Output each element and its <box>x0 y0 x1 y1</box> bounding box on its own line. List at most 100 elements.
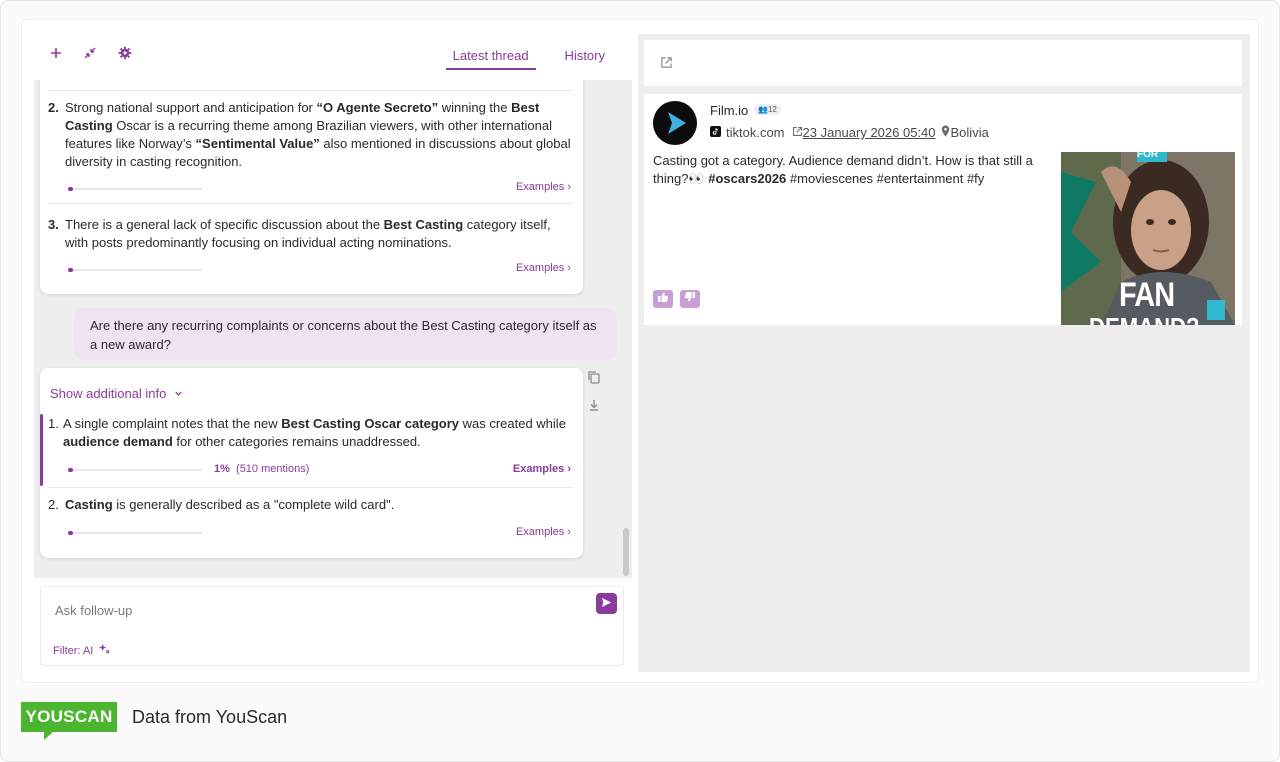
answer-item: 2. Casting is generally described as a "… <box>40 496 583 514</box>
mention-share-bar <box>68 187 202 191</box>
bold-span: Best Casting Oscar category <box>281 416 459 431</box>
mention-share-bar <box>68 531 202 535</box>
app-window: Latest thread History 2. Strong national… <box>22 20 1258 682</box>
examples-link[interactable]: Examples › <box>513 463 571 475</box>
divider <box>48 487 573 488</box>
item-body: A single complaint notes that the new Be… <box>63 415 573 451</box>
answer-item: 1. A single complaint notes that the new… <box>40 415 583 451</box>
item-body: Strong national support and anticipation… <box>65 99 573 171</box>
text-span: Strong national support and anticipation… <box>65 100 317 115</box>
text-span: winning the <box>438 100 512 115</box>
item-body: There is a general lack of specific disc… <box>65 216 573 252</box>
text-span: There is a general lack of specific disc… <box>65 217 384 232</box>
tab-history[interactable]: History <box>558 48 612 70</box>
answer-card: 2. Strong national support and anticipat… <box>40 80 583 294</box>
bold-span: Best Casting <box>383 217 464 232</box>
filter-ai-toggle[interactable]: Filter: AI <box>53 643 110 657</box>
chat-panel: Latest thread History 2. Strong national… <box>34 34 632 670</box>
send-button[interactable] <box>596 593 617 614</box>
post-date-link[interactable]: 23 January 2026 05:40 <box>803 125 936 140</box>
tab-latest-thread[interactable]: Latest thread <box>445 48 536 70</box>
bold-span: Casting <box>65 497 113 512</box>
post-hashtags: #moviescenes #entertainment #fy <box>786 171 985 186</box>
answer-item-text: 1. A single complaint notes that the new… <box>48 415 573 451</box>
mention-count: (510 mentions) <box>236 463 310 475</box>
bold-span: “O Agente Secreto” <box>316 100 439 115</box>
divider <box>48 90 573 91</box>
thumbs-down-icon <box>684 290 696 308</box>
mention-share-bar <box>68 268 202 272</box>
preview-header <box>644 40 1242 86</box>
examples-link[interactable]: Examples › <box>516 526 571 538</box>
download-icon[interactable] <box>587 398 603 414</box>
answer-item: 2. Strong national support and anticipat… <box>40 99 583 171</box>
play-logo-icon <box>668 112 686 134</box>
chevron-down-icon <box>174 386 183 401</box>
bar-fill <box>68 531 73 535</box>
thread-tabs: Latest thread History <box>445 48 612 70</box>
post-meta: tiktok.com 23 January 2026 05:40 Bolivia <box>710 125 989 140</box>
link-icon <box>792 125 803 140</box>
thumbs-down-button[interactable] <box>680 290 700 308</box>
follower-badge: 👥12 <box>754 104 781 115</box>
answer-item-text: 2. Casting is generally described as a "… <box>48 496 573 514</box>
gear-icon[interactable] <box>115 46 135 66</box>
filter-label: Filter: AI <box>53 645 94 657</box>
user-question-bubble: Are there any recurring complaints or co… <box>74 308 617 360</box>
examples-link[interactable]: Examples › <box>516 262 571 274</box>
item-number: 1. <box>48 416 59 431</box>
thumbnail-caption-demand: DEMAND? <box>1089 312 1200 325</box>
item-number: 2. <box>48 497 59 512</box>
post-text: Casting got a category. Audience demand … <box>653 152 1053 188</box>
text-span: A single complaint notes that the new <box>63 416 282 431</box>
thumbs-up-button[interactable] <box>653 290 673 308</box>
thumbnail-caption-top: FOR <box>1137 152 1159 160</box>
copy-icon[interactable] <box>587 370 603 386</box>
text-span: is generally described as a "complete wi… <box>112 497 395 512</box>
show-additional-info-toggle[interactable]: Show additional info <box>50 386 183 401</box>
answer-item: 3. There is a general lack of specific d… <box>40 216 583 252</box>
scrollbar-thumb[interactable] <box>623 528 629 576</box>
thread-scroll-area[interactable]: 2. Strong national support and anticipat… <box>34 80 632 578</box>
tiktok-icon <box>710 125 721 140</box>
avatar[interactable] <box>653 101 697 145</box>
bar-fill <box>68 187 73 191</box>
text-span: was created while <box>458 416 566 431</box>
logo-tail <box>44 731 54 740</box>
answer-item-text: 2. Strong national support and anticipat… <box>48 99 573 171</box>
item-number: 3. <box>48 217 59 232</box>
post-author[interactable]: Film.io <box>710 103 748 118</box>
divider <box>48 203 573 204</box>
post-preview-panel: Film.io 👥12 tiktok.com 23 January 2026 0… <box>638 34 1250 672</box>
answer-card: Show additional info 1. A single complai… <box>40 368 583 558</box>
bold-span: audience demand <box>63 434 173 449</box>
footer-caption: Data from YouScan <box>132 707 288 727</box>
thumbs-up-icon <box>657 290 669 308</box>
post-card: Film.io 👥12 tiktok.com 23 January 2026 0… <box>644 94 1242 325</box>
post-source: tiktok.com <box>726 125 785 140</box>
chat-toolbar: Latest thread History <box>34 34 632 80</box>
open-external-icon[interactable] <box>660 56 674 70</box>
examples-link[interactable]: Examples › <box>516 181 571 193</box>
mention-percent: 1% <box>214 463 230 475</box>
follow-up-input[interactable] <box>55 599 575 621</box>
post-location: Bolivia <box>950 125 989 140</box>
post-thumbnail[interactable]: FOR FAN DEMAND? <box>1061 152 1235 325</box>
item-number: 2. <box>48 100 59 115</box>
people-icon: 👥 <box>758 105 768 114</box>
bar-fill <box>68 468 73 472</box>
plus-icon[interactable] <box>46 46 66 66</box>
mention-share-label: 1% (510 mentions) <box>214 463 309 475</box>
follower-count: 12 <box>767 105 777 114</box>
post-hashtag-bold: #oscars2026 <box>708 171 787 186</box>
youscan-logo: YOUSCAN <box>21 702 117 732</box>
thumbnail-caption-fan: FAN <box>1119 276 1175 314</box>
bold-span: “Sentimental Value” <box>195 136 320 151</box>
collapse-icon[interactable] <box>80 46 100 66</box>
sparkle-clear-icon <box>99 643 110 657</box>
text-span: for other categories remains unaddressed… <box>172 434 421 449</box>
bar-fill <box>68 268 73 272</box>
mention-share-bar <box>68 468 202 472</box>
location-pin-icon <box>941 125 950 140</box>
item-body: Casting is generally described as a "com… <box>65 496 394 514</box>
